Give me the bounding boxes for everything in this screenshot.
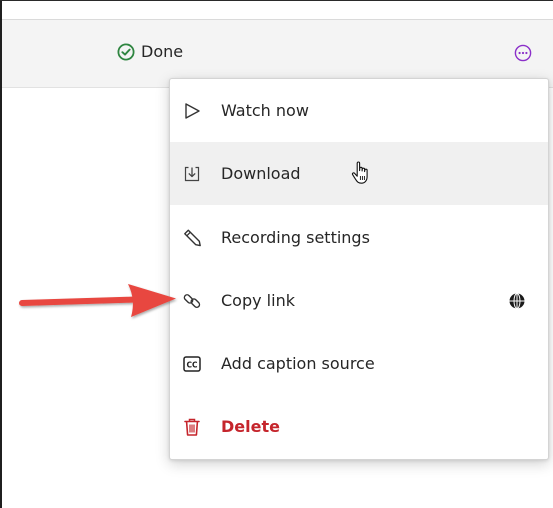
menu-item-watch-now[interactable]: Watch now	[170, 79, 548, 142]
trash-icon	[181, 416, 203, 438]
menu-item-label: Watch now	[221, 101, 309, 120]
status-label: Done	[141, 42, 184, 61]
menu-item-delete[interactable]: Delete	[170, 395, 548, 458]
menu-item-label: Download	[221, 164, 301, 183]
closed-caption-icon: CC	[181, 353, 203, 375]
status-indicator: Done	[117, 42, 183, 61]
menu-item-add-caption-source[interactable]: CC Add caption source	[170, 332, 548, 395]
download-icon	[181, 163, 203, 185]
hand-cursor-icon	[351, 161, 368, 184]
globe-icon	[509, 292, 525, 309]
menu-item-copy-link[interactable]: Copy link	[170, 269, 548, 332]
play-icon	[181, 100, 203, 122]
pencil-icon	[181, 227, 203, 249]
svg-text:CC: CC	[186, 360, 198, 369]
link-icon	[181, 290, 203, 312]
more-options-button[interactable]	[514, 44, 532, 62]
menu-item-label: Recording settings	[221, 228, 370, 247]
menu-item-label: Copy link	[221, 291, 295, 310]
window-top-border	[0, 0, 553, 1]
menu-item-recording-settings[interactable]: Recording settings	[170, 206, 548, 269]
annotation-arrow	[19, 284, 176, 317]
menu-item-label: Delete	[221, 417, 280, 436]
check-circle-icon	[117, 43, 135, 60]
menu-item-label: Add caption source	[221, 354, 375, 373]
context-menu: Watch now Download Recording settings Co…	[169, 78, 549, 460]
